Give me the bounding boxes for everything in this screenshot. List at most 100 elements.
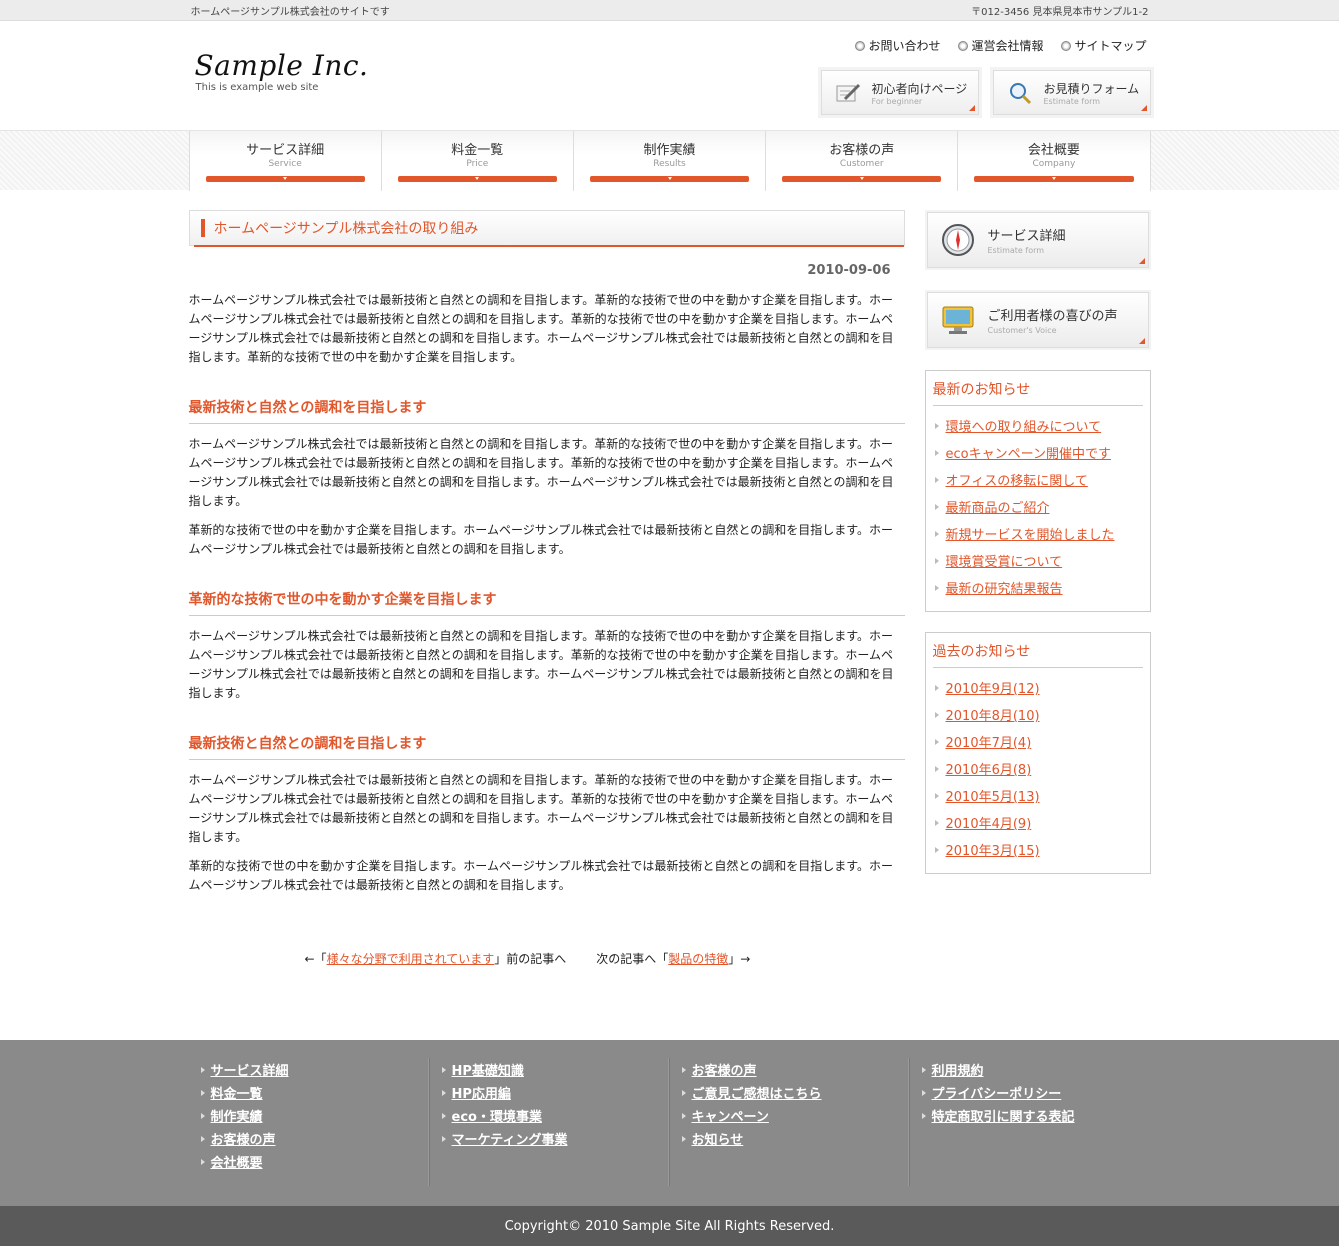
news-link[interactable]: ecoキャンペーン開催中です (946, 443, 1111, 462)
archive-link[interactable]: 2010年4月(9) (946, 813, 1032, 832)
nav-item-price[interactable]: 料金一覧 Price (380, 131, 573, 191)
list-item: お客様の声 (200, 1127, 429, 1150)
footer-link[interactable]: サービス詳細 (211, 1060, 289, 1079)
footer-link[interactable]: ご意見ご感想はこちら (692, 1083, 822, 1102)
arrow-icon (934, 584, 939, 591)
footer-link[interactable]: 利用規約 (932, 1060, 984, 1079)
news-link[interactable]: オフィスの移転に関して (946, 470, 1088, 489)
nav-item-results[interactable]: 制作実績 Results (572, 131, 766, 191)
header: Sample Inc. This is example web site お問い… (189, 21, 1151, 130)
arrow-icon (200, 1089, 205, 1096)
section-paragraph: ホームページサンプル株式会社では最新技術と自然との調和を目指します。革新的な技術… (188, 629, 894, 700)
footer-column: サービス詳細 料金一覧 制作実績 お客様の声 会社概要 (189, 1058, 429, 1186)
estimate-form-button[interactable]: お見積りフォーム Estimate form (992, 70, 1151, 115)
next-article-link[interactable]: 製品の特徴 (668, 952, 728, 966)
archive-link[interactable]: 2010年7月(4) (946, 732, 1032, 751)
list-item: 特定商取引に関する表記 (921, 1104, 1149, 1127)
footer-link[interactable]: 特定商取引に関する表記 (932, 1106, 1075, 1125)
footer-link[interactable]: 制作実績 (211, 1106, 263, 1125)
contact-link[interactable]: お問い合わせ (855, 37, 940, 54)
arrow-icon (681, 1135, 686, 1142)
nav-item-service[interactable]: サービス詳細 Service (188, 131, 381, 191)
arrow-icon (441, 1135, 446, 1142)
corner-arrow-icon (968, 105, 975, 111)
sitemap-link[interactable]: サイトマップ (1061, 37, 1147, 54)
list-item: お知らせ (681, 1127, 909, 1150)
sidebar-voice-button[interactable]: ご利用者様の喜びの声 Customer's Voice (926, 292, 1149, 348)
arrow-icon (441, 1066, 446, 1073)
news-link[interactable]: 最新商品のご紹介 (946, 497, 1050, 516)
footer-link[interactable]: eco・環境事業 (452, 1106, 542, 1125)
list-item: ecoキャンペーン開催中です (933, 439, 1143, 466)
list-item: プライバシーポリシー (921, 1081, 1149, 1104)
archive-link[interactable]: 2010年5月(13) (946, 786, 1040, 805)
list-item: キャンペーン (681, 1104, 909, 1127)
list-item: サービス詳細 (200, 1058, 429, 1081)
footer-link[interactable]: マーケティング事業 (452, 1129, 568, 1148)
arrow-icon (200, 1112, 205, 1119)
news-link[interactable]: 最新の研究結果報告 (946, 578, 1063, 597)
archive-link[interactable]: 2010年3月(15) (946, 840, 1040, 859)
list-item: 利用規約 (921, 1058, 1149, 1081)
footer-link[interactable]: HP基礎知識 (452, 1060, 524, 1079)
nav-underline (205, 176, 365, 182)
archive-link[interactable]: 2010年6月(8) (946, 759, 1032, 778)
latest-news-title: 最新のお知らせ (932, 379, 1143, 406)
archive-title: 過去のお知らせ (932, 641, 1143, 668)
arrow-icon (934, 422, 939, 429)
archive-box: 過去のお知らせ 2010年9月(12) 2010年8月(10) 2010年7月(… (924, 632, 1151, 874)
archive-link[interactable]: 2010年8月(10) (946, 705, 1040, 724)
arrow-icon (934, 557, 939, 564)
footer-column: 利用規約 プライバシーポリシー 特定商取引に関する表記 (908, 1058, 1149, 1186)
footer-link[interactable]: お客様の声 (692, 1060, 757, 1079)
logo[interactable]: Sample Inc. This is example web site (195, 49, 369, 93)
next-article: 次の記事へ「製品の特徴」→ (596, 952, 751, 966)
footer-link[interactable]: お客様の声 (211, 1129, 276, 1148)
footer-link[interactable]: HP応用編 (452, 1083, 511, 1102)
list-item: オフィスの移転に関して (933, 466, 1143, 493)
company-info-link[interactable]: 運営会社情報 (958, 37, 1043, 54)
prev-article-link[interactable]: 様々な分野で利用されています (327, 952, 495, 966)
section-paragraph: 革新的な技術で世の中を動かす企業を目指します。ホームページサンプル株式会社では最… (188, 859, 894, 892)
footer-link[interactable]: 会社概要 (211, 1152, 263, 1171)
footer-link[interactable]: キャンペーン (692, 1106, 769, 1125)
corner-arrow-icon (1138, 338, 1145, 344)
main-content: ホームページサンプル株式会社の取り組み 2010-09-06 ホームページサンプ… (188, 210, 905, 966)
footer-link[interactable]: お知らせ (692, 1129, 744, 1148)
arrow-icon (934, 476, 939, 483)
arrow-icon (934, 530, 939, 537)
archive-link[interactable]: 2010年9月(12) (946, 678, 1040, 697)
footer-column: HP基礎知識 HP応用編 eco・環境事業 マーケティング事業 (428, 1058, 669, 1186)
compass-icon (940, 222, 976, 258)
arrow-icon (200, 1135, 205, 1142)
latest-news-box: 最新のお知らせ 環境への取り組みについて ecoキャンペーン開催中です オフィス… (924, 370, 1151, 612)
arrow-icon (934, 792, 939, 799)
global-nav-wrap: サービス詳細 Service 料金一覧 Price 制作実績 Results お客様の… (0, 130, 1339, 191)
header-links: お問い合わせ 運営会社情報 サイトマップ (855, 37, 1147, 54)
list-item: 2010年7月(4) (933, 728, 1143, 755)
arrow-icon (681, 1112, 686, 1119)
article-pagination: ←「様々な分野で利用されています」前の記事へ 次の記事へ「製品の特徴」→ (305, 950, 751, 967)
copyright: Copyright© 2010 Sample Site All Rights R… (0, 1206, 1339, 1246)
bullet-icon (1061, 40, 1072, 51)
list-item: お客様の声 (681, 1058, 909, 1081)
footer-link[interactable]: プライバシーポリシー (932, 1083, 1062, 1102)
logo-text: Sample Inc. (194, 49, 369, 82)
arrow-icon (441, 1112, 446, 1119)
footer-link[interactable]: 料金一覧 (211, 1083, 263, 1102)
sidebar: サービス詳細 Estimate form ご利用者様の喜びの声 Customer… (924, 210, 1151, 874)
list-item: 最新の研究結果報告 (933, 574, 1143, 601)
news-link[interactable]: 新規サービスを開始しました (946, 524, 1115, 543)
nav-item-company[interactable]: 会社概要 Company (957, 131, 1151, 191)
news-link[interactable]: 環境賞受賞について (946, 551, 1063, 570)
list-item: ご意見ご感想はこちら (681, 1081, 909, 1104)
post-date: 2010-09-06 (807, 263, 891, 278)
sidebar-service-button[interactable]: サービス詳細 Estimate form (926, 212, 1149, 268)
beginner-page-button[interactable]: 初心者向けページ For beginner (820, 70, 979, 115)
news-link[interactable]: 環境への取り組みについて (946, 416, 1102, 435)
list-item: 2010年8月(10) (933, 701, 1143, 728)
list-item: 2010年9月(12) (933, 674, 1143, 701)
nav-item-customer[interactable]: お客様の声 Customer (765, 131, 958, 191)
arrow-icon (934, 711, 939, 718)
footer-column: お客様の声 ご意見ご感想はこちら キャンペーン お知らせ (668, 1058, 909, 1186)
